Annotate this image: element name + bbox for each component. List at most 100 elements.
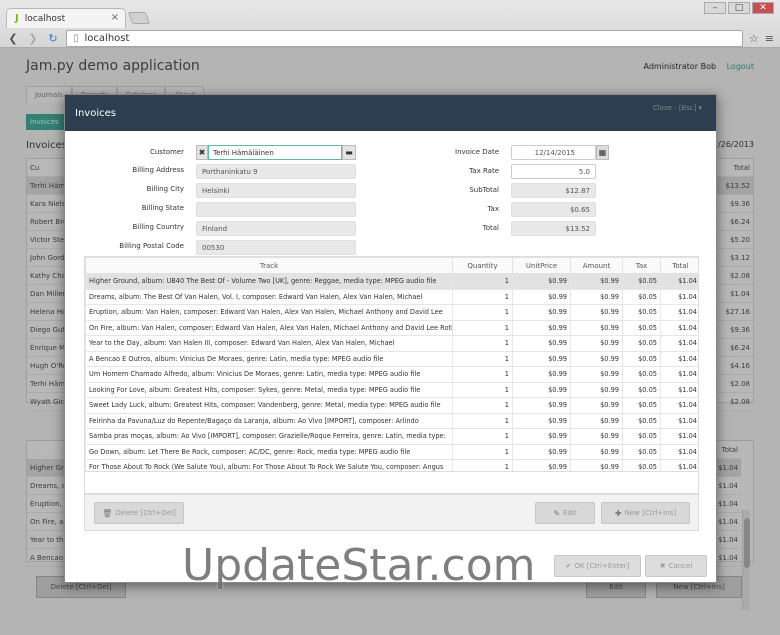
clear-icon[interactable]: ✖ xyxy=(196,145,208,160)
field-label: Invoice Date xyxy=(455,148,499,156)
table-row[interactable]: Eruption, album: Van Halen, composer: Ed… xyxy=(85,304,698,321)
delete-label: Delete [Ctrl+Del] xyxy=(115,509,176,517)
table-row[interactable]: Feirinha da Pavuna/Luz do Repente/Bagaço… xyxy=(85,412,698,429)
minimize-button[interactable]: – xyxy=(704,2,726,14)
table-row[interactable]: Looking For Love, album: Greatest Hits, … xyxy=(85,381,698,398)
table-row[interactable]: Um Homem Chamado Alfredo, album: Viniciu… xyxy=(85,366,698,383)
forward-icon[interactable]: ❯ xyxy=(26,32,40,45)
table-cell: 1 xyxy=(452,304,513,321)
table-cell: $0.99 xyxy=(512,428,571,445)
table-cell: 1 xyxy=(452,397,513,414)
favicon-icon: J xyxy=(15,13,19,24)
calendar-icon[interactable]: ▦ xyxy=(596,145,609,160)
billing-country-input[interactable]: Finland xyxy=(196,221,356,236)
table-cell: 1 xyxy=(452,335,513,352)
page-icon: ▯ xyxy=(73,32,79,44)
new-label: New [Ctrl+Ins] xyxy=(624,509,677,517)
close-dialog-link[interactable]: Close - [Esc] ▾ xyxy=(653,104,702,112)
field-label: Tax xyxy=(487,205,499,213)
url-text: localhost xyxy=(84,32,130,44)
edit-item-button[interactable]: ✎ Edit xyxy=(535,502,595,524)
back-icon[interactable]: ❮ xyxy=(6,32,20,45)
table-cell: $1.04 xyxy=(660,350,698,367)
grid-footer xyxy=(84,472,699,494)
trash-icon: 🗑 xyxy=(102,508,113,518)
tab-close-icon[interactable]: × xyxy=(111,12,119,23)
column-header[interactable]: UnitPrice xyxy=(512,257,571,274)
table-cell: $1.04 xyxy=(660,273,698,290)
table-cell: 1 xyxy=(452,443,513,460)
lookup-icon[interactable]: ▬ xyxy=(342,145,356,160)
table-cell: For Those About To Rock (We Salute You),… xyxy=(85,459,453,471)
browser-tab[interactable]: J localhost × xyxy=(6,8,126,28)
menu-icon[interactable]: ≡ xyxy=(765,32,774,45)
tax-rate-input[interactable]: 5.0 xyxy=(511,164,596,179)
billing-address-input[interactable]: Porthaninkatu 9 xyxy=(196,164,356,179)
table-cell: $0.99 xyxy=(512,273,571,290)
detail-buttons-bar: 🗑 Delete [Ctrl+Del] ✎ Edit ✚ New [Ctrl+I… xyxy=(84,494,699,531)
table-cell: $1.04 xyxy=(660,459,698,471)
table-cell: Sweet Lady Luck, album: Greatest Hits, c… xyxy=(85,397,453,414)
browser-chrome: J localhost × – □ ✕ ❮ ❯ ↻ ▯ localhost ☆ … xyxy=(0,0,780,48)
table-cell: $0.99 xyxy=(512,304,571,321)
invoice-date-input[interactable]: 12/14/2015 xyxy=(511,145,596,160)
table-row[interactable]: Sweet Lady Luck, album: Greatest Hits, c… xyxy=(85,397,698,414)
new-tab-button[interactable] xyxy=(127,12,151,24)
table-cell: Um Homem Chamado Alfredo, album: Viniciu… xyxy=(85,366,453,383)
table-cell: 1 xyxy=(452,319,513,336)
field-label: SubTotal xyxy=(469,186,499,194)
table-cell: $0.99 xyxy=(512,335,571,352)
new-item-button[interactable]: ✚ New [Ctrl+Ins] xyxy=(601,502,690,524)
table-row[interactable]: On Fire, album: Van Halen, composer: Edw… xyxy=(85,319,698,336)
billing-city-input[interactable]: Helsinki xyxy=(196,183,356,198)
table-cell: $0.99 xyxy=(512,459,571,471)
column-header[interactable]: Amount xyxy=(570,257,623,274)
table-row[interactable]: For Those About To Rock (We Salute You),… xyxy=(85,459,698,471)
table-cell: $0.99 xyxy=(570,304,623,321)
table-cell: $1.04 xyxy=(660,366,698,383)
tax-field: $0.65 xyxy=(511,202,596,217)
table-cell: $0.99 xyxy=(512,288,571,305)
close-window-button[interactable]: ✕ xyxy=(752,2,774,14)
table-cell: $0.99 xyxy=(570,319,623,336)
table-cell: $0.05 xyxy=(622,304,661,321)
table-cell: $0.05 xyxy=(622,335,661,352)
table-row[interactable]: Dreams, album: The Best Of Van Halen, Vo… xyxy=(85,288,698,305)
billing-postal-code-input[interactable]: 00530 xyxy=(196,240,356,255)
column-header[interactable]: Track xyxy=(85,257,453,274)
total-field: $13.52 xyxy=(511,221,596,236)
table-cell: Higher Ground, album: UB40 The Best Of -… xyxy=(85,273,453,290)
field-label: Customer xyxy=(149,148,184,156)
reload-icon[interactable]: ↻ xyxy=(46,32,60,45)
edit-label: Edit xyxy=(563,509,577,517)
column-header[interactable]: Total xyxy=(660,257,698,274)
table-row[interactable]: Go Down, album: Let There Be Rock, compo… xyxy=(85,443,698,460)
table-row[interactable]: Year to the Day, album: Van Halen III, c… xyxy=(85,335,698,352)
table-cell: Year to the Day, album: Van Halen III, c… xyxy=(85,335,453,352)
table-cell: $0.99 xyxy=(570,273,623,290)
window-controls: – □ ✕ xyxy=(704,2,774,14)
customer-input[interactable]: Terhi Hämäläinen xyxy=(208,145,342,160)
edit-icon: ✎ xyxy=(553,508,561,518)
table-cell: 1 xyxy=(452,366,513,383)
invoice-items-grid: Track Quantity UnitPrice Amount Tax Tota… xyxy=(84,256,699,472)
table-cell: $0.05 xyxy=(622,319,661,336)
table-row[interactable]: Higher Ground, album: UB40 The Best Of -… xyxy=(85,273,698,290)
table-row[interactable]: A Bencao E Outros, album: Vinicius De Mo… xyxy=(85,350,698,367)
column-header[interactable]: Tax xyxy=(622,257,661,274)
billing-state-input[interactable] xyxy=(196,202,356,217)
table-cell: 1 xyxy=(452,428,513,445)
delete-item-button[interactable]: 🗑 Delete [Ctrl+Del] xyxy=(94,502,184,524)
field-label: Tax Rate xyxy=(469,167,499,175)
table-cell: $1.04 xyxy=(660,412,698,429)
table-cell: $0.05 xyxy=(622,428,661,445)
maximize-button[interactable]: □ xyxy=(728,2,750,14)
column-header[interactable]: Quantity xyxy=(452,257,513,274)
ok-button[interactable]: ✔ OK [Ctrl+Enter] xyxy=(554,555,641,577)
table-row[interactable]: Samba pras moças, album: Ao Vivo [IMPORT… xyxy=(85,428,698,445)
bookmark-star-icon[interactable]: ☆ xyxy=(749,32,759,45)
address-bar[interactable]: ▯ localhost xyxy=(66,29,743,47)
table-cell: $0.05 xyxy=(622,273,661,290)
cancel-button[interactable]: ✖ Cancel xyxy=(645,555,707,577)
table-cell: $0.99 xyxy=(512,366,571,383)
